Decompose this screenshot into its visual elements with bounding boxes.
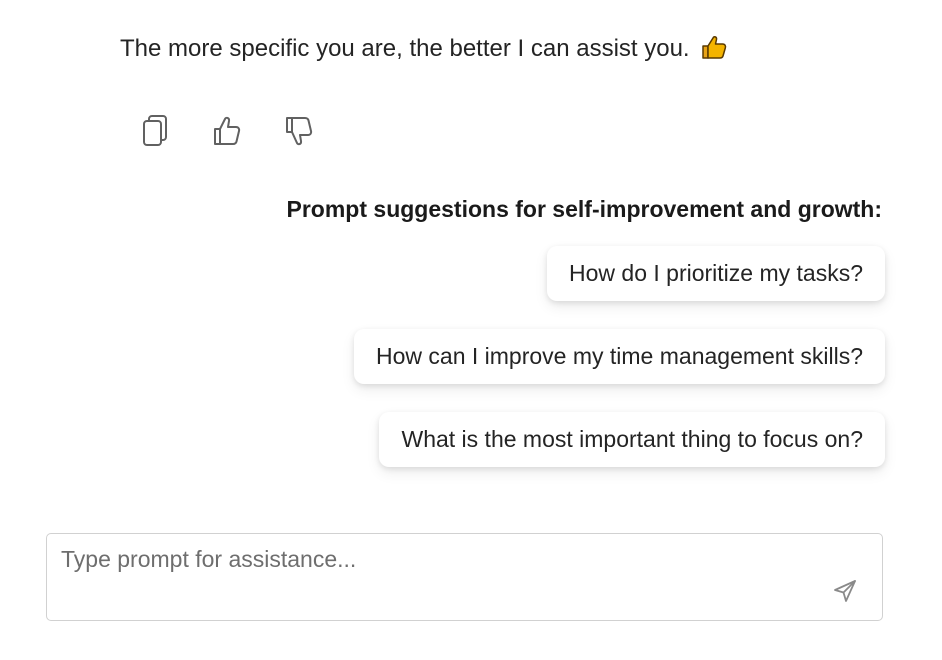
assistant-message: The more specific you are, the better I … (120, 32, 728, 71)
copy-icon (141, 114, 169, 153)
thumbs-down-icon (284, 115, 314, 152)
prompt-input[interactable] (61, 546, 821, 606)
send-button[interactable] (832, 578, 858, 604)
dislike-button[interactable] (282, 114, 316, 152)
copy-button[interactable] (138, 114, 172, 152)
suggestion-chip[interactable]: What is the most important thing to focu… (379, 412, 885, 467)
suggestions-heading: Prompt suggestions for self-improvement … (286, 196, 882, 222)
suggestions-list: How do I prioritize my tasks? How can I … (354, 246, 885, 467)
prompt-composer (46, 533, 883, 621)
suggestion-chip[interactable]: How can I improve my time management ski… (354, 329, 885, 384)
suggestion-chip[interactable]: How do I prioritize my tasks? (547, 246, 885, 301)
message-text: The more specific you are, the better I … (120, 35, 690, 62)
message-actions (138, 114, 316, 152)
like-button[interactable] (210, 114, 244, 152)
thumbs-up-icon (212, 115, 242, 152)
thumbs-up-emoji-icon (700, 33, 728, 71)
send-icon (832, 580, 858, 608)
